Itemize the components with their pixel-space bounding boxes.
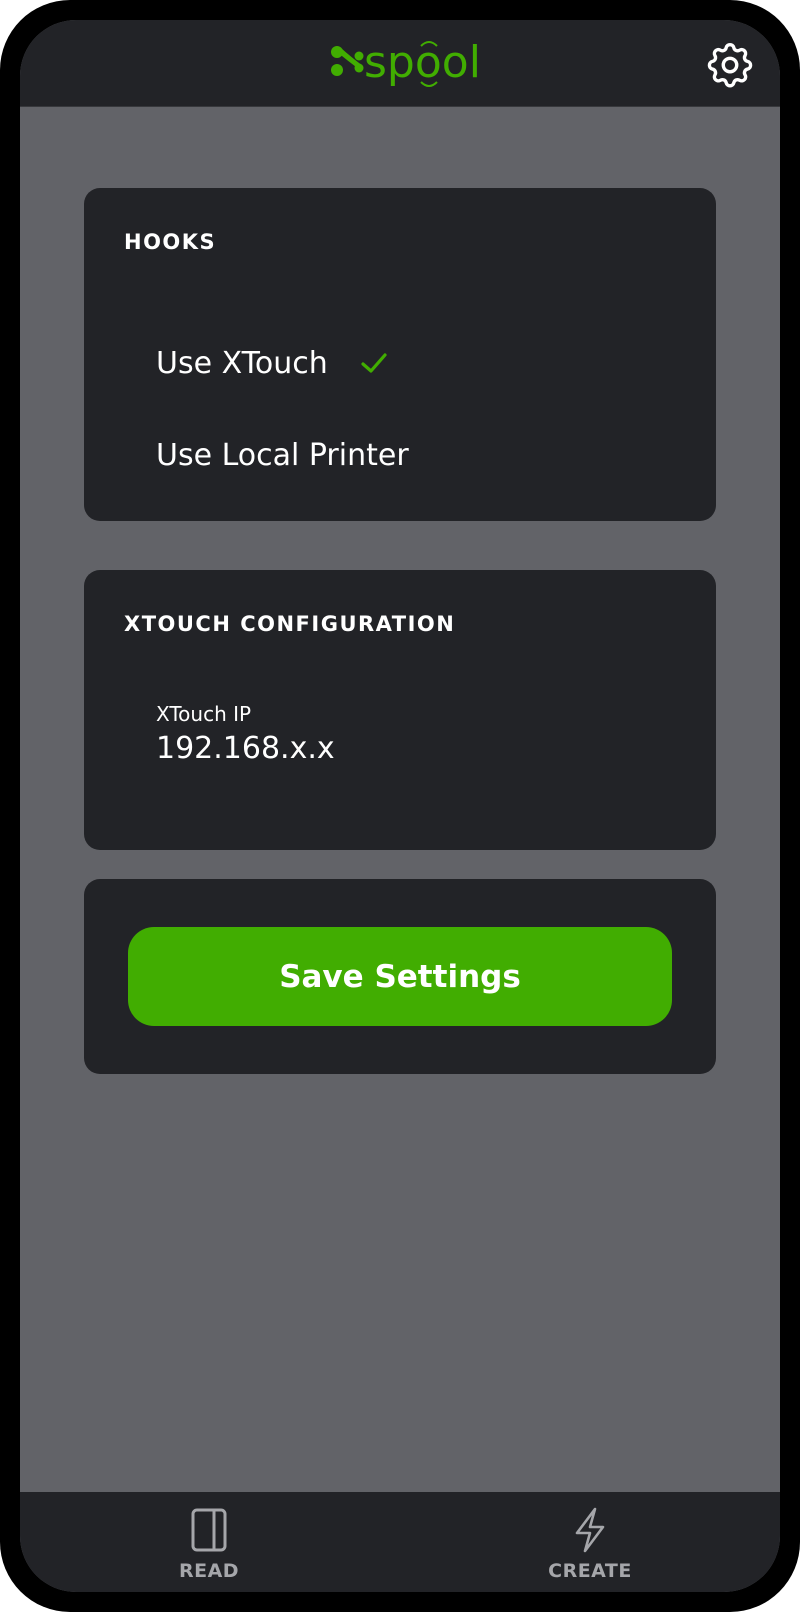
xtouch-ip-label: XTouch IP: [156, 702, 252, 726]
app-header: spool: [20, 20, 780, 107]
bolt-icon: [575, 1507, 605, 1553]
bottom-tab-bar: READ CREATE: [20, 1492, 780, 1592]
hooks-title: HOOKS: [124, 230, 217, 254]
xtouch-configuration-title: XTOUCH CONFIGURATION: [124, 612, 456, 636]
xspool-logo: spool: [331, 37, 481, 88]
tab-read-label: READ: [178, 1560, 240, 1582]
device-frame: spool HOOKS Use XTouch Use Local Printer…: [0, 0, 800, 1612]
checkmark-icon: [361, 353, 387, 373]
card-icon: [191, 1508, 227, 1552]
tab-create-label: CREATE: [548, 1560, 632, 1582]
app-screen: spool HOOKS Use XTouch Use Local Printer…: [20, 20, 780, 1592]
use-xtouch-option[interactable]: Use XTouch: [156, 338, 388, 388]
use-local-printer-label: Use Local Printer: [156, 437, 409, 473]
use-local-printer-option[interactable]: Use Local Printer: [156, 430, 409, 480]
gear-icon[interactable]: [703, 38, 757, 92]
save-card: Save Settings: [84, 879, 716, 1074]
xtouch-configuration-card: XTOUCH CONFIGURATION XTouch IP: [84, 570, 716, 850]
xtouch-ip-input[interactable]: [156, 726, 656, 770]
save-settings-button[interactable]: Save Settings: [128, 927, 672, 1026]
hooks-card: HOOKS Use XTouch Use Local Printer: [84, 188, 716, 521]
tab-read[interactable]: READ: [144, 1506, 274, 1586]
tab-create[interactable]: CREATE: [525, 1506, 655, 1586]
use-xtouch-label: Use XTouch: [156, 345, 328, 381]
